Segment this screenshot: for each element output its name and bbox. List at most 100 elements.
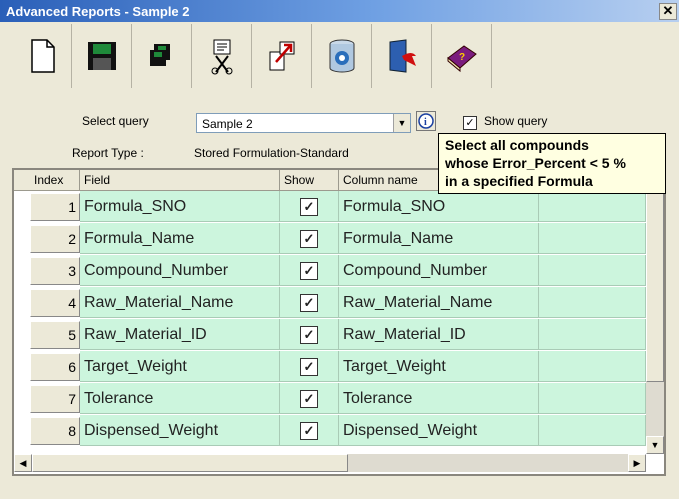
report-type-label: Report Type :	[72, 146, 144, 160]
row-index-button[interactable]: 2	[30, 225, 80, 253]
row-index-button[interactable]: 8	[30, 417, 80, 445]
extra-cell[interactable]	[539, 383, 646, 414]
row-index-button[interactable]: 1	[30, 193, 80, 221]
scroll-down-button[interactable]: ▼	[646, 436, 664, 454]
column-name-cell[interactable]: Dispensed_Weight	[339, 415, 539, 446]
table-row[interactable]: 4 Raw_Material_Name ✓ Raw_Material_Name	[14, 287, 664, 318]
save-all-icon	[149, 44, 170, 66]
show-cell: ✓	[280, 415, 339, 446]
tooltip-line: whose Error_Percent < 5 %	[445, 155, 626, 171]
info-icon: i	[416, 111, 436, 131]
vertical-scroll-thumb[interactable]	[646, 190, 664, 382]
field-cell[interactable]: Dispensed_Weight	[80, 415, 280, 446]
save-icon	[87, 42, 116, 70]
window-title: Advanced Reports - Sample 2	[6, 4, 190, 19]
row-index-button[interactable]: 6	[30, 353, 80, 381]
extra-cell[interactable]	[539, 255, 646, 286]
table-row[interactable]: 8 Dispensed_Weight ✓ Dispensed_Weight	[14, 415, 664, 446]
extra-cell[interactable]	[539, 287, 646, 318]
toolbar: ?	[12, 24, 492, 88]
show-checkbox[interactable]: ✓	[300, 262, 318, 280]
query-select[interactable]: Sample 2 ▼	[196, 113, 411, 133]
exit-door-icon	[389, 39, 416, 73]
vertical-scrollbar[interactable]: ▼	[646, 190, 664, 454]
database-icon	[329, 39, 354, 73]
show-checkbox[interactable]: ✓	[300, 326, 318, 344]
column-name-cell[interactable]: Tolerance	[339, 383, 539, 414]
table-row[interactable]: 7 Tolerance ✓ Tolerance	[14, 383, 664, 414]
scroll-right-button[interactable]: ▶	[628, 454, 646, 472]
column-name-cell[interactable]: Formula_SNO	[339, 191, 539, 222]
table-row[interactable]: 1 Formula_SNO ✓ Formula_SNO	[14, 191, 664, 222]
field-cell[interactable]: Raw_Material_ID	[80, 319, 280, 350]
export-button[interactable]	[252, 24, 312, 88]
extra-cell[interactable]	[539, 351, 646, 382]
query-description-tooltip: Select all compounds whose Error_Percent…	[438, 133, 666, 194]
help-button[interactable]: ?	[432, 24, 492, 88]
header-index[interactable]: Index	[30, 170, 80, 190]
show-cell: ✓	[280, 383, 339, 414]
show-cell: ✓	[280, 319, 339, 350]
show-checkbox[interactable]: ✓	[300, 230, 318, 248]
help-book-icon: ?	[446, 45, 477, 73]
show-checkbox[interactable]: ✓	[300, 422, 318, 440]
svg-text:?: ?	[459, 52, 465, 63]
query-select-value: Sample 2	[202, 117, 253, 131]
header-show[interactable]: Show	[280, 170, 339, 190]
column-name-cell[interactable]: Compound_Number	[339, 255, 539, 286]
show-query-label: Show query	[484, 114, 548, 128]
horizontal-scrollbar[interactable]: ◀ ▶	[14, 454, 646, 472]
row-index-button[interactable]: 3	[30, 257, 80, 285]
database-button[interactable]	[312, 24, 372, 88]
report-type-value: Stored Formulation-Standard	[194, 146, 349, 160]
field-cell[interactable]: Compound_Number	[80, 255, 280, 286]
close-button[interactable]: ✕	[659, 3, 677, 20]
new-button[interactable]	[12, 24, 72, 88]
column-name-cell[interactable]: Target_Weight	[339, 351, 539, 382]
tooltip-line: in a specified Formula	[445, 173, 593, 189]
horizontal-scroll-thumb[interactable]	[32, 454, 348, 472]
column-name-cell[interactable]: Formula_Name	[339, 223, 539, 254]
field-cell[interactable]: Formula_SNO	[80, 191, 280, 222]
extra-cell[interactable]	[539, 319, 646, 350]
column-name-cell[interactable]: Raw_Material_ID	[339, 319, 539, 350]
row-index-button[interactable]: 7	[30, 385, 80, 413]
row-index-button[interactable]: 4	[30, 289, 80, 317]
field-cell[interactable]: Formula_Name	[80, 223, 280, 254]
table-row[interactable]: 3 Compound_Number ✓ Compound_Number	[14, 255, 664, 286]
select-query-label: Select query	[82, 114, 149, 128]
column-name-cell[interactable]: Raw_Material_Name	[339, 287, 539, 318]
title-bar: Advanced Reports - Sample 2 ✕	[0, 0, 679, 22]
table-row[interactable]: 5 Raw_Material_ID ✓ Raw_Material_ID	[14, 319, 664, 350]
show-checkbox[interactable]: ✓	[300, 294, 318, 312]
extra-cell[interactable]	[539, 223, 646, 254]
print-preview-icon	[211, 39, 232, 75]
field-cell[interactable]: Target_Weight	[80, 351, 280, 382]
exit-button[interactable]	[372, 24, 432, 88]
show-cell: ✓	[280, 351, 339, 382]
save-all-button[interactable]	[132, 24, 192, 88]
show-query-checkbox[interactable]: ✓	[463, 116, 477, 130]
preview-button[interactable]	[192, 24, 252, 88]
export-icon	[269, 41, 294, 71]
table-row[interactable]: 2 Formula_Name ✓ Formula_Name	[14, 223, 664, 254]
scroll-left-button[interactable]: ◀	[14, 454, 32, 472]
new-document-icon	[30, 39, 55, 73]
extra-cell[interactable]	[539, 415, 646, 446]
show-checkbox[interactable]: ✓	[300, 198, 318, 216]
show-checkbox[interactable]: ✓	[300, 358, 318, 376]
save-button[interactable]	[72, 24, 132, 88]
show-cell: ✓	[280, 255, 339, 286]
row-index-button[interactable]: 5	[30, 321, 80, 349]
chevron-down-icon[interactable]: ▼	[393, 114, 410, 132]
query-info-button[interactable]: i	[416, 111, 436, 131]
tooltip-line: Select all compounds	[445, 137, 589, 153]
field-cell[interactable]: Raw_Material_Name	[80, 287, 280, 318]
table-row[interactable]: 6 Target_Weight ✓ Target_Weight	[14, 351, 664, 382]
header-field[interactable]: Field	[80, 170, 280, 190]
svg-text:i: i	[424, 117, 427, 128]
show-cell: ✓	[280, 223, 339, 254]
show-checkbox[interactable]: ✓	[300, 390, 318, 408]
field-cell[interactable]: Tolerance	[80, 383, 280, 414]
extra-cell[interactable]	[539, 191, 646, 222]
